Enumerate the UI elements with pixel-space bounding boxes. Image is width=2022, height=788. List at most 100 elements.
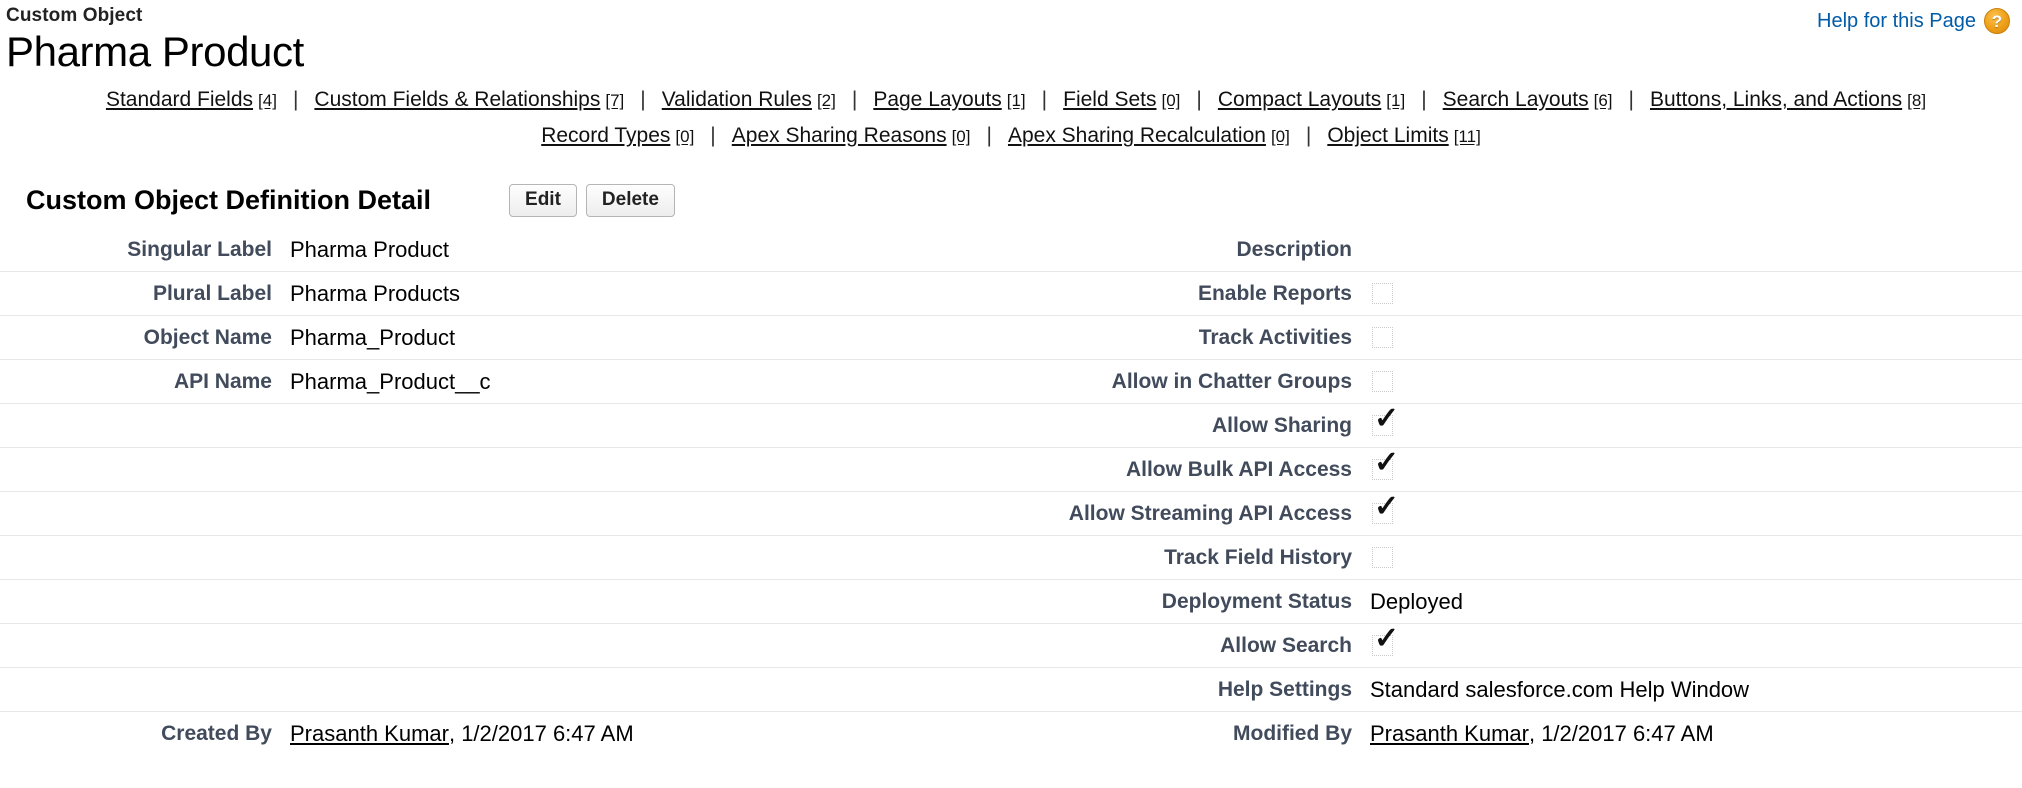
right-field-value: Standard salesforce.com Help Window xyxy=(1370,676,1750,702)
nav-item-label[interactable]: Apex Sharing Reasons xyxy=(732,121,947,151)
edit-button[interactable]: Edit xyxy=(509,183,577,217)
nav-item-label[interactable]: Page Layouts xyxy=(873,85,1001,115)
right-field-label: Help Settings xyxy=(1217,677,1352,701)
empty-checkbox-icon: ✓ xyxy=(1372,283,1393,304)
right-field-label: Enable Reports xyxy=(1197,281,1352,305)
nav-item-label[interactable]: Standard Fields xyxy=(106,85,253,115)
detail-row: Help Settings Standard salesforce.com Hel… xyxy=(0,668,2022,712)
nav-separator: | xyxy=(1196,88,1202,111)
left-field-value xyxy=(290,580,1050,623)
right-field-value: Deployed xyxy=(1370,588,1463,614)
checkmark-icon: ✓ xyxy=(1372,404,1399,436)
left-field-label: Singular Label xyxy=(127,237,272,261)
nav-item-count[interactable]: [0] xyxy=(675,122,694,152)
nav-item-label[interactable]: Record Types xyxy=(541,121,670,151)
object-section-nav: Standard Fields [4] | Custom Fields & Relat… xyxy=(0,85,2022,152)
nav-item-count[interactable]: [6] xyxy=(1594,86,1613,116)
detail-row: Allow Streaming API Access ✓ xyxy=(0,492,2022,536)
nav-item-label[interactable]: Object Limits xyxy=(1327,121,1448,151)
right-field-label: Allow Sharing xyxy=(1211,413,1352,437)
nav-item-label[interactable]: Buttons, Links, and Actions xyxy=(1650,85,1902,115)
left-field-value[interactable]: Prasanth Kumar, 1/2/2017 6:47 AM xyxy=(290,712,1050,756)
right-field-value: ✓ xyxy=(1370,272,2022,315)
help-for-this-page-link[interactable]: Help for this Page xyxy=(1817,10,1976,33)
nav-item-count[interactable]: [1] xyxy=(1386,86,1405,116)
right-field-label: Allow Bulk API Access xyxy=(1125,457,1352,481)
left-user-link[interactable]: Prasanth Kumar xyxy=(290,721,449,747)
nav-item-count[interactable]: [4] xyxy=(258,86,277,116)
nav-item-count[interactable]: [0] xyxy=(952,122,971,152)
nav-item[interactable]: Custom Fields & Relationships [7] xyxy=(314,85,624,116)
nav-item[interactable]: Field Sets [0] xyxy=(1063,85,1180,116)
empty-checkbox-icon: ✓ xyxy=(1372,371,1393,392)
page-header: Custom Object Pharma Product Help for th… xyxy=(0,0,2022,75)
nav-item-label[interactable]: Apex Sharing Recalculation xyxy=(1008,121,1266,151)
nav-separator: | xyxy=(640,88,646,111)
nav-row-1: Standard Fields [4] | Custom Fields & Relat… xyxy=(0,85,2022,116)
detail-row: Allow Search ✓ xyxy=(0,624,2022,668)
nav-item-label[interactable]: Compact Layouts xyxy=(1218,85,1381,115)
right-field-label: Deployment Status xyxy=(1161,589,1352,613)
delete-button[interactable]: Delete xyxy=(585,183,675,217)
checkmark-icon: ✓ xyxy=(1372,624,1399,656)
nav-item[interactable]: Object Limits [11] xyxy=(1327,121,1480,152)
help-for-this-page[interactable]: Help for this Page ? xyxy=(1817,8,2010,34)
empty-checkbox-icon: ✓ xyxy=(1372,327,1393,348)
left-field-label: API Name xyxy=(173,369,272,393)
detail-row: Created By Prasanth Kumar, 1/2/2017 6:47 … xyxy=(0,712,2022,756)
left-field-label: Plural Label xyxy=(152,281,272,305)
left-field-label xyxy=(0,404,290,447)
question-mark-icon[interactable]: ? xyxy=(1984,8,2010,34)
right-field-value: ✓ xyxy=(1370,404,2022,447)
checkmark-glyph: ✓ xyxy=(1374,448,1400,479)
checkmark-glyph: ✓ xyxy=(1374,492,1400,523)
detail-row: Plural Label Pharma Products Enable Report… xyxy=(0,272,2022,316)
right-timestamp: , 1/2/2017 6:47 AM xyxy=(1528,721,1714,746)
right-field-value: ✓ xyxy=(1370,316,2022,359)
nav-item-label[interactable]: Custom Fields & Relationships xyxy=(314,85,600,115)
nav-item[interactable]: Compact Layouts [1] xyxy=(1218,85,1405,116)
left-field-value: Pharma_Product__c xyxy=(290,368,491,394)
nav-separator: | xyxy=(986,124,992,147)
nav-item[interactable]: Page Layouts [1] xyxy=(873,85,1025,116)
nav-item-count[interactable]: [2] xyxy=(817,86,836,116)
left-field-value xyxy=(290,492,1050,535)
nav-item-count[interactable]: [7] xyxy=(605,86,624,116)
right-field-value: ✓ xyxy=(1370,624,2022,667)
right-field-value: ✓ xyxy=(1370,492,2022,535)
left-field-label: Created By xyxy=(161,722,272,745)
left-field-value xyxy=(290,624,1050,667)
right-field-label: Allow Streaming API Access xyxy=(1068,501,1352,525)
detail-row: Allow Sharing ✓ xyxy=(0,404,2022,448)
section-header: Custom Object Definition Detail Edit Del… xyxy=(0,178,2022,222)
right-user-link[interactable]: Prasanth Kumar xyxy=(1370,721,1529,747)
nav-separator: | xyxy=(710,124,716,147)
right-field-label: Modified By xyxy=(1233,722,1352,745)
detail-row: Allow Bulk API Access ✓ xyxy=(0,448,2022,492)
nav-item-count[interactable]: [0] xyxy=(1162,86,1181,116)
right-field-value: ✓ xyxy=(1370,360,2022,403)
right-field-label: Description xyxy=(1236,237,1352,261)
nav-separator: | xyxy=(851,88,858,111)
nav-item-count[interactable]: [11] xyxy=(1454,122,1481,152)
nav-item-count[interactable]: [1] xyxy=(1007,86,1026,116)
nav-item-label[interactable]: Field Sets xyxy=(1063,85,1156,115)
right-field-value[interactable]: Prasanth Kumar, 1/2/2017 6:47 AM xyxy=(1370,712,2022,756)
nav-item-label[interactable]: Search Layouts xyxy=(1443,85,1589,115)
nav-item[interactable]: Validation Rules [2] xyxy=(662,85,836,116)
nav-item[interactable]: Standard Fields [4] xyxy=(106,85,277,116)
right-field-label: Allow in Chatter Groups xyxy=(1111,369,1352,393)
nav-item-count[interactable]: [0] xyxy=(1271,122,1290,152)
nav-item-label[interactable]: Validation Rules xyxy=(662,85,812,115)
nav-item-count[interactable]: [8] xyxy=(1907,86,1926,116)
nav-item[interactable]: Search Layouts [6] xyxy=(1443,85,1613,116)
right-field-value xyxy=(1370,228,2022,271)
nav-separator: | xyxy=(1421,88,1427,111)
nav-item[interactable]: Buttons, Links, and Actions [8] xyxy=(1650,85,1926,116)
left-field-label xyxy=(0,536,290,579)
nav-separator: | xyxy=(292,88,299,111)
nav-item[interactable]: Record Types [0] xyxy=(541,121,694,152)
nav-item[interactable]: Apex Sharing Recalculation [0] xyxy=(1008,121,1290,152)
left-field-value xyxy=(290,536,1050,579)
nav-item[interactable]: Apex Sharing Reasons [0] xyxy=(732,121,971,152)
